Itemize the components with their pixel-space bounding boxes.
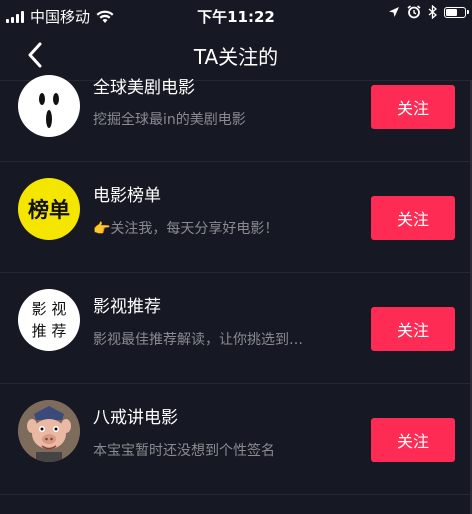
battery-icon	[444, 6, 469, 18]
back-button[interactable]	[20, 40, 50, 70]
list-item[interactable]: 八戒讲电影 本宝宝暂时还没想到个性签名 关注	[0, 384, 472, 495]
follow-button[interactable]: 关注	[371, 418, 455, 462]
follow-button[interactable]: 关注	[371, 307, 455, 351]
user-bio: 影视最佳推荐解读，让你挑选到…	[93, 332, 303, 348]
status-bar: 中国移动 下午11:22	[0, 0, 472, 30]
avatar[interactable]: 榜单	[18, 178, 80, 240]
following-list: 全球美剧电影 挖掘全球最in的美剧电影 关注 榜单 电影榜单 👉关注我，每天分享…	[0, 75, 472, 495]
user-name[interactable]: 影视推荐	[93, 292, 161, 317]
bluetooth-icon	[428, 5, 437, 19]
avatar[interactable]	[18, 400, 80, 462]
avatar[interactable]	[18, 75, 80, 137]
avatar[interactable]: 影 视 推 荐	[18, 289, 80, 351]
user-bio: 挖掘全球最in的美剧电影	[93, 112, 246, 128]
user-bio: 👉关注我，每天分享好电影！	[93, 221, 279, 237]
screen: 中国移动 下午11:22 TA关注的 全球美剧电影 挖掘全球最in的美剧电影 关…	[0, 0, 472, 514]
avatar-logo-text: 榜单	[28, 198, 70, 222]
alarm-icon	[407, 5, 421, 19]
pig-character-icon	[18, 400, 80, 462]
chevron-left-icon	[28, 42, 42, 68]
avatar-logo-text: 推 荐	[31, 322, 67, 340]
page-title: TA关注的	[193, 44, 279, 69]
user-name[interactable]: 八戒讲电影	[93, 403, 178, 428]
list-item[interactable]: 全球美剧电影 挖掘全球最in的美剧电影 关注	[0, 67, 472, 162]
follow-button[interactable]: 关注	[371, 85, 455, 129]
list-item[interactable]: 榜单 电影榜单 👉关注我，每天分享好电影！ 关注	[0, 162, 472, 273]
follow-button[interactable]: 关注	[371, 196, 455, 240]
avatar-logo-text: 影 视	[31, 300, 67, 318]
user-name[interactable]: 全球美剧电影	[93, 73, 195, 98]
location-icon	[389, 7, 399, 17]
user-name[interactable]: 电影榜单	[93, 181, 161, 206]
status-right	[388, 5, 469, 19]
user-bio: 本宝宝暂时还没想到个性签名	[93, 443, 275, 459]
list-item[interactable]: 影 视 推 荐 影视推荐 影视最佳推荐解读，让你挑选到… 关注	[0, 273, 472, 384]
scream-mask-icon	[39, 93, 59, 128]
